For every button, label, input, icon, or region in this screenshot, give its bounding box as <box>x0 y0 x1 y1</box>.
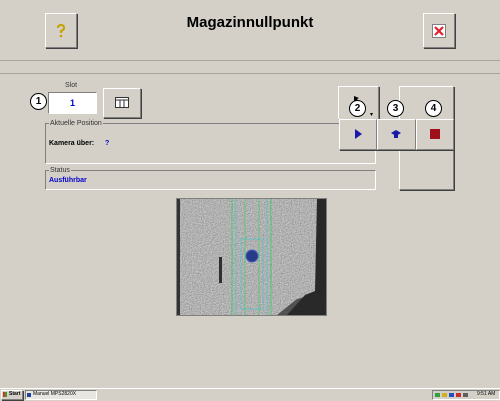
system-tray: 9:51 AM <box>432 390 500 400</box>
tray-icon-security <box>449 393 454 397</box>
position-group: Aktuelle Position Kamera über: ? <box>45 120 376 164</box>
windows-logo-icon <box>3 392 7 397</box>
tray-icon-app <box>463 393 468 397</box>
position-group-title: Aktuelle Position <box>49 120 103 127</box>
camera-move-button[interactable] <box>377 119 416 150</box>
slot-value: 1 <box>69 98 75 108</box>
status-group: Status Ausführbar <box>45 167 376 190</box>
play-button[interactable] <box>339 119 377 150</box>
task-app-icon <box>27 393 31 397</box>
header-divider-2 <box>0 73 500 74</box>
clock: 9:51 AM <box>477 391 496 397</box>
callout-1: 1 <box>30 93 47 110</box>
slot-table-button[interactable] <box>103 88 141 118</box>
status-group-title: Status <box>49 167 71 174</box>
start-label: Start <box>9 391 21 397</box>
slot-input[interactable]: 1 <box>48 92 97 114</box>
camera-view <box>177 199 326 315</box>
stop-icon <box>430 129 440 139</box>
callout-3: 3 <box>387 100 404 117</box>
camera-image <box>176 198 327 316</box>
start-button[interactable]: Start <box>1 390 23 400</box>
taskbar-task[interactable]: Manuel MPS2820X <box>25 390 97 400</box>
status-value: Ausführbar <box>49 177 87 184</box>
taskbar: Start Manuel MPS2820X 9:51 AM <box>0 388 500 401</box>
close-button[interactable] <box>423 13 455 48</box>
callout-2: 2 <box>349 100 366 117</box>
tray-icon-network <box>435 393 440 397</box>
header-divider <box>0 60 500 61</box>
close-x-icon <box>432 24 446 38</box>
callout-4: 4 <box>425 100 442 117</box>
camera-label: Kamera über: <box>49 140 95 147</box>
task-label: Manuel MPS2820X <box>33 391 77 397</box>
play-icon <box>355 129 362 139</box>
tray-icon-volume <box>442 393 447 397</box>
stop-button[interactable] <box>416 119 454 150</box>
chevron-down-icon: ▾ <box>370 112 374 118</box>
table-icon <box>115 97 129 108</box>
camera-icon <box>391 130 401 138</box>
tray-icon-update <box>456 393 461 397</box>
slot-label: Slot <box>65 82 78 89</box>
camera-value: ? <box>105 140 110 147</box>
